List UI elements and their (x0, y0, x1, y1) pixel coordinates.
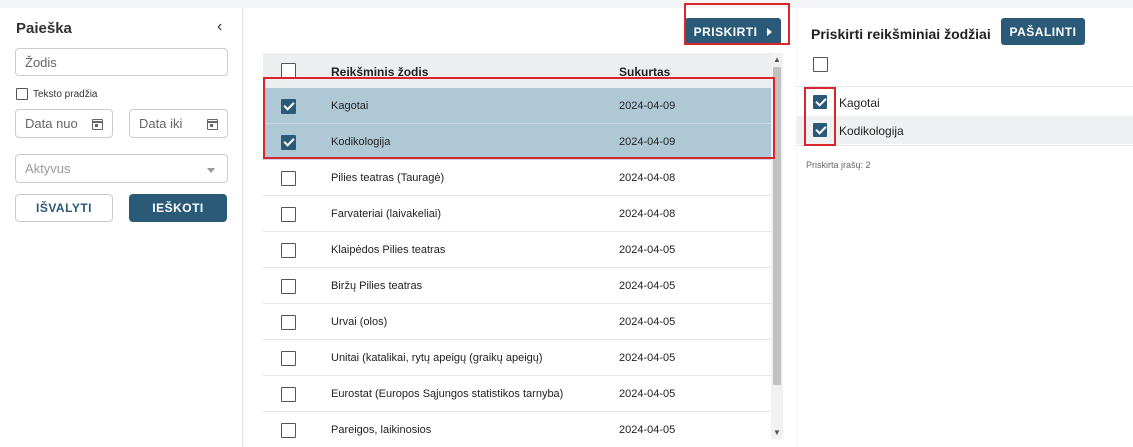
highlight-box-selected-rows (263, 77, 775, 159)
row-date: 2024-04-05 (619, 424, 676, 436)
row-date: 2024-04-05 (619, 316, 676, 328)
caret-down-icon (207, 168, 215, 173)
row-word: Biržų Pilies teatras (331, 280, 423, 292)
row-checkbox[interactable] (281, 351, 296, 366)
table-row[interactable]: Urvai (olos) 2024-04-05 (263, 304, 771, 340)
word-input[interactable]: Žodis (15, 48, 228, 76)
table-row[interactable]: Eurostat (Europos Sąjungos statistikos t… (263, 376, 771, 412)
assigned-item[interactable]: Kodikologija (797, 116, 1133, 144)
divider (797, 145, 1133, 146)
scroll-down-icon[interactable]: ▼ (773, 428, 781, 437)
divider (797, 86, 1133, 87)
scroll-up-icon[interactable]: ▲ (773, 55, 781, 64)
date-from-field[interactable]: Data nuo (15, 109, 113, 138)
select-all-checkbox[interactable] (281, 63, 296, 78)
word-input-placeholder: Žodis (25, 54, 57, 70)
clear-button[interactable]: IŠVALYTI (15, 194, 113, 222)
remove-button[interactable]: PAŠALINTI (1001, 18, 1085, 45)
row-word: Farvateriai (laivakeliai) (331, 208, 442, 220)
date-to-field[interactable]: Data iki (129, 109, 228, 138)
date-to-placeholder: Data iki (139, 116, 183, 131)
table-row[interactable]: Klaipėdos Pilies teatras 2024-04-05 (263, 232, 771, 268)
highlight-box-assigned-checkboxes (804, 87, 836, 146)
row-word: Klaipėdos Pilies teatras (331, 244, 446, 256)
table-row[interactable]: Biržų Pilies teatras 2024-04-05 (263, 268, 771, 304)
row-checkbox[interactable] (281, 315, 296, 330)
row-checkbox[interactable] (281, 423, 296, 438)
table-row[interactable]: Pareigos, laikinosios 2024-04-05 (263, 412, 771, 439)
row-date: 2024-04-05 (619, 352, 676, 364)
row-checkbox[interactable] (281, 243, 296, 258)
table-row[interactable]: Unitai (katalikai, rytų apeigų (graikų a… (263, 340, 771, 376)
calendar-icon[interactable] (207, 119, 218, 130)
prefix-checkbox-label: Teksto pradžia (33, 88, 98, 100)
search-panel: Paieška ‹ Žodis Teksto pradžia Data nuo … (0, 8, 243, 447)
app-root: Paieška ‹ Žodis Teksto pradžia Data nuo … (0, 0, 1133, 447)
active-select[interactable]: Aktyvus (15, 154, 228, 183)
date-from-placeholder: Data nuo (25, 116, 78, 131)
table-row[interactable]: Pilies teatras (Tauragė) 2024-04-08 (263, 160, 771, 196)
assigned-item[interactable]: Kagotai (797, 88, 1133, 116)
row-date: 2024-04-05 (619, 388, 676, 400)
row-word: Unitai (katalikai, rytų apeigų (graikų a… (331, 352, 543, 364)
row-checkbox[interactable] (281, 207, 296, 222)
table-row[interactable]: Farvateriai (laivakeliai) 2024-04-08 (263, 196, 771, 232)
active-select-placeholder: Aktyvus (25, 161, 71, 176)
row-word: Eurostat (Europos Sąjungos statistikos t… (331, 388, 564, 400)
row-date: 2024-04-05 (619, 244, 676, 256)
row-date: 2024-04-08 (619, 172, 676, 184)
results-panel: PRISKIRTI Reikšminis žodis Sukurtas Kago… (244, 8, 796, 447)
row-checkbox[interactable] (281, 171, 296, 186)
prefix-checkbox-row[interactable]: Teksto pradžia (16, 88, 97, 100)
row-word: Pilies teatras (Tauragė) (331, 172, 445, 184)
assigned-item-label: Kagotai (839, 96, 880, 110)
assigned-select-all-checkbox[interactable] (813, 57, 828, 72)
assigned-panel-title: Priskirti reikšminiai žodžiai (811, 26, 991, 42)
assigned-count: Priskirta įrašų: 2 (806, 160, 871, 170)
highlight-box-assign (684, 3, 790, 45)
assigned-panel: Priskirti reikšminiai žodžiai PAŠALINTI … (797, 8, 1133, 447)
row-checkbox[interactable] (281, 387, 296, 402)
row-date: 2024-04-08 (619, 208, 676, 220)
prefix-checkbox[interactable] (16, 88, 28, 100)
assigned-item-label: Kodikologija (839, 124, 904, 138)
search-panel-title: Paieška (16, 20, 72, 37)
search-button[interactable]: IEŠKOTI (129, 194, 227, 222)
row-checkbox[interactable] (281, 279, 296, 294)
calendar-icon[interactable] (92, 119, 103, 130)
row-date: 2024-04-05 (619, 280, 676, 292)
row-word: Urvai (olos) (331, 316, 388, 328)
chevron-left-icon[interactable]: ‹ (217, 18, 222, 36)
row-word: Pareigos, laikinosios (331, 424, 432, 436)
